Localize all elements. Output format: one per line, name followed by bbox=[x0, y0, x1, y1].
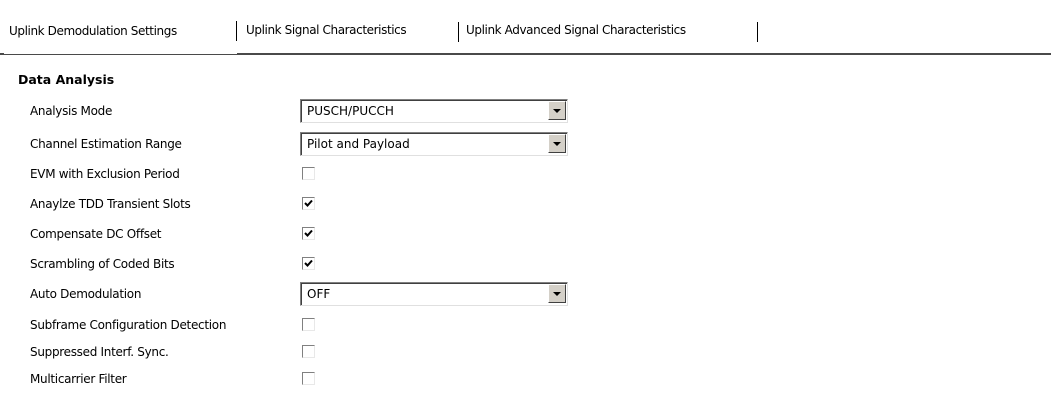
row-analysis-mode: Analysis Mode PUSCH/PUCCH bbox=[0, 99, 1051, 123]
chevron-down-icon bbox=[553, 142, 561, 146]
subframe-detection-label: Subframe Configuration Detection bbox=[30, 318, 227, 332]
row-suppressed-sync: Suppressed Interf. Sync. bbox=[0, 340, 1051, 364]
row-tdd-transient: Anaylze TDD Transient Slots bbox=[0, 192, 1051, 216]
checkmark-icon bbox=[304, 259, 313, 267]
tdd-transient-checkbox[interactable] bbox=[302, 197, 315, 210]
scrambling-label: Scrambling of Coded Bits bbox=[30, 257, 175, 271]
row-channel-estimation-range: Channel Estimation Range Pilot and Paylo… bbox=[0, 132, 1051, 156]
auto-demodulation-dropdown[interactable]: OFF bbox=[300, 282, 568, 306]
dc-offset-checkbox[interactable] bbox=[302, 227, 315, 240]
chevron-down-icon bbox=[553, 292, 561, 296]
dropdown-button[interactable] bbox=[548, 284, 566, 303]
tab-uplink-demodulation-settings[interactable]: Uplink Demodulation Settings bbox=[4, 12, 237, 54]
suppressed-sync-checkbox[interactable] bbox=[302, 345, 315, 358]
dropdown-button[interactable] bbox=[548, 134, 566, 153]
tab-separator bbox=[757, 22, 758, 42]
tab-separator bbox=[458, 22, 459, 42]
scrambling-checkbox[interactable] bbox=[302, 257, 315, 270]
settings-panel: Data Analysis Analysis Mode PUSCH/PUCCH … bbox=[0, 55, 1051, 394]
tab-label: Uplink Signal Characteristics bbox=[246, 23, 407, 37]
tab-uplink-advanced-signal-characteristics[interactable]: Uplink Advanced Signal Characteristics bbox=[460, 14, 758, 48]
tab-label: Uplink Demodulation Settings bbox=[9, 24, 177, 38]
dropdown-button[interactable] bbox=[548, 101, 566, 120]
tab-uplink-signal-characteristics[interactable]: Uplink Signal Characteristics bbox=[240, 14, 459, 48]
evm-exclusion-label: EVM with Exclusion Period bbox=[30, 167, 180, 181]
row-multicarrier-filter: Multicarrier Filter bbox=[0, 367, 1051, 391]
multicarrier-filter-label: Multicarrier Filter bbox=[30, 372, 127, 386]
demodulation-settings-dialog: Uplink Demodulation Settings Uplink Sign… bbox=[0, 0, 1051, 394]
row-subframe-detection: Subframe Configuration Detection bbox=[0, 313, 1051, 337]
evm-exclusion-checkbox[interactable] bbox=[302, 167, 315, 180]
auto-demodulation-label: Auto Demodulation bbox=[30, 287, 142, 301]
chevron-down-icon bbox=[553, 109, 561, 113]
tab-label: Uplink Advanced Signal Characteristics bbox=[466, 23, 686, 37]
auto-demodulation-value: OFF bbox=[307, 287, 331, 301]
analysis-mode-label: Analysis Mode bbox=[30, 104, 113, 118]
row-scrambling: Scrambling of Coded Bits bbox=[0, 252, 1051, 276]
suppressed-sync-label: Suppressed Interf. Sync. bbox=[30, 345, 169, 359]
row-dc-offset: Compensate DC Offset bbox=[0, 222, 1051, 246]
channel-estimation-range-value: Pilot and Payload bbox=[307, 137, 410, 151]
subframe-detection-checkbox[interactable] bbox=[302, 318, 315, 331]
multicarrier-filter-checkbox[interactable] bbox=[302, 372, 315, 385]
row-evm-exclusion: EVM with Exclusion Period bbox=[0, 162, 1051, 186]
checkmark-icon bbox=[304, 199, 313, 207]
channel-estimation-range-dropdown[interactable]: Pilot and Payload bbox=[300, 132, 568, 156]
tab-strip: Uplink Demodulation Settings Uplink Sign… bbox=[0, 0, 1051, 55]
row-auto-demodulation: Auto Demodulation OFF bbox=[0, 282, 1051, 306]
section-title-data-analysis: Data Analysis bbox=[18, 72, 115, 87]
checkmark-icon bbox=[304, 229, 313, 237]
tdd-transient-label: Anaylze TDD Transient Slots bbox=[30, 197, 191, 211]
channel-estimation-range-label: Channel Estimation Range bbox=[30, 137, 182, 151]
analysis-mode-dropdown[interactable]: PUSCH/PUCCH bbox=[300, 99, 568, 123]
tab-separator bbox=[236, 21, 237, 41]
analysis-mode-value: PUSCH/PUCCH bbox=[307, 104, 394, 118]
dc-offset-label: Compensate DC Offset bbox=[30, 227, 162, 241]
